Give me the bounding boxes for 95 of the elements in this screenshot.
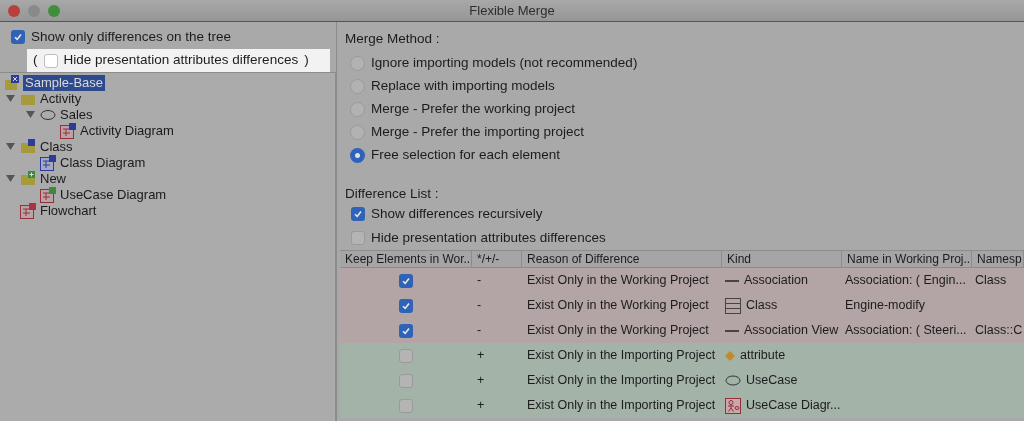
class-icon: [725, 297, 741, 314]
ellipse-icon: [725, 375, 741, 386]
column-header[interactable]: */+/-: [472, 251, 522, 267]
column-header[interactable]: Kind: [722, 251, 842, 267]
table-cell: +: [477, 373, 485, 388]
table-row[interactable]: + Exist Only in the Importing Project attribute: [340, 343, 1024, 368]
table-cell-text: UseCase Diagr...: [746, 397, 841, 415]
check-icon: [13, 32, 23, 42]
checkbox[interactable]: [399, 398, 413, 413]
column-header[interactable]: Keep Elements in Wor...: [340, 251, 472, 267]
table-cell: Association: ( Steeri...: [845, 323, 967, 338]
table-cell: Exist Only in the Importing Project: [527, 373, 716, 388]
checkbox[interactable]: [399, 373, 413, 388]
tree-item[interactable]: Activity: [38, 91, 84, 107]
tree-item[interactable]: Activity Diagram: [78, 123, 176, 139]
radio-label[interactable]: Merge - Prefer the importing project: [371, 122, 585, 143]
checkbox[interactable]: [11, 30, 25, 44]
column-header[interactable]: Reason of Difference: [522, 251, 722, 267]
tree-item[interactable]: Sales: [58, 107, 95, 123]
tree-item[interactable]: Flowchart: [38, 203, 99, 219]
section-label: Difference List :: [344, 185, 440, 202]
table-cell: Engine-modify: [845, 298, 925, 313]
table-cell: Class::C: [975, 323, 1023, 338]
radio-label[interactable]: Replace with importing models: [371, 76, 555, 97]
zoom-button[interactable]: [48, 5, 60, 17]
table-row[interactable]: - Exist Only in the Working Project Association Association: ( Engin... Class: [340, 268, 1024, 293]
folder-icon: [20, 171, 36, 187]
table-cell: -: [477, 273, 482, 288]
checkbox-label[interactable]: Hide presentation attributes differences: [371, 227, 606, 249]
minimize-button[interactable]: [28, 5, 40, 17]
check-icon: [353, 209, 363, 219]
actor-diagram-icon: [725, 397, 741, 414]
diamond-icon: [725, 350, 735, 361]
table-cell: Exist Only in the Importing Project: [527, 348, 716, 363]
folder-icon: [20, 139, 36, 155]
table-cell-text: UseCase: [746, 372, 798, 390]
checkbox[interactable]: [399, 323, 413, 338]
check-icon: [401, 275, 411, 286]
checkbox[interactable]: [351, 231, 365, 245]
window-title: Flexible Merge: [469, 1, 555, 20]
checkbox-label[interactable]: Hide presentation attributes differences: [63, 50, 299, 71]
column-header[interactable]: Namesp: [972, 251, 1024, 267]
table-cell-text: attribute: [740, 347, 786, 365]
table-cell: Exist Only in the Working Project: [527, 323, 709, 338]
parenthesis: ): [304, 51, 309, 70]
line-icon: [725, 329, 739, 332]
tree-item[interactable]: Class Diagram: [58, 155, 148, 171]
column-header[interactable]: Name in Working Proj...: [842, 251, 972, 267]
table-cell: +: [477, 348, 485, 363]
tree-item[interactable]: Sample-Base: [23, 75, 106, 91]
tree-item[interactable]: UseCase Diagram: [58, 187, 169, 203]
table-cell: -: [477, 323, 482, 338]
radio-button[interactable]: [350, 148, 365, 163]
expanded-arrow-icon[interactable]: [6, 143, 15, 151]
table-cell-text: Association: [744, 272, 808, 290]
diagram-icon: [20, 203, 36, 219]
checkbox[interactable]: [399, 298, 413, 313]
table-cell: Association: ( Engin...: [845, 273, 966, 288]
tree-item[interactable]: Class: [38, 139, 75, 155]
checkbox[interactable]: [351, 207, 365, 221]
project-icon: [5, 75, 21, 91]
diagram-icon: [40, 155, 56, 171]
table-row[interactable]: + Exist Only in the Importing Project UseCase: [340, 368, 1024, 393]
ellipse-icon: [40, 109, 56, 121]
checkbox[interactable]: [399, 273, 413, 288]
table-cell: -: [477, 298, 482, 313]
expanded-arrow-icon[interactable]: [26, 111, 35, 119]
table-cell: Exist Only in the Working Project: [527, 298, 709, 313]
table-cell: +: [477, 398, 485, 413]
diagram-icon: [60, 123, 76, 139]
close-button[interactable]: [8, 5, 20, 17]
table-cell: Exist Only in the Importing Project: [527, 398, 716, 413]
table-row[interactable]: + Exist Only in the Importing Project UseCase Diagr...: [340, 393, 1024, 418]
check-icon: [401, 300, 411, 311]
table-cell: Exist Only in the Working Project: [527, 273, 709, 288]
check-icon: [401, 325, 411, 336]
table-row[interactable]: - Exist Only in the Working Project Association View Association: ( Steeri... Class::C: [340, 318, 1024, 343]
expanded-arrow-icon[interactable]: [6, 175, 15, 183]
radio-label[interactable]: Ignore importing models (not recommended): [371, 53, 638, 74]
tree-item[interactable]: New: [38, 171, 68, 187]
checkbox-label[interactable]: Show differences recursively: [371, 203, 543, 225]
table-cell: Class: [975, 273, 1007, 288]
radio-label[interactable]: Merge - Prefer the working project: [371, 99, 576, 120]
diagram-icon: [40, 187, 56, 203]
section-label: Merge Method :: [344, 30, 441, 47]
table-row[interactable]: - Exist Only in the Working Project Class Engine-modify: [340, 293, 1024, 318]
table-cell-text: Class: [746, 297, 778, 315]
checkbox-label[interactable]: Show only differences on the tree: [31, 26, 232, 48]
parenthesis: (: [33, 51, 38, 70]
checkbox[interactable]: [399, 348, 413, 363]
line-icon: [725, 279, 739, 282]
table-cell-text: Association View: [744, 322, 839, 340]
radio-label[interactable]: Free selection for each element: [371, 145, 561, 166]
expanded-arrow-icon[interactable]: [6, 95, 15, 103]
checkbox[interactable]: [43, 53, 58, 68]
